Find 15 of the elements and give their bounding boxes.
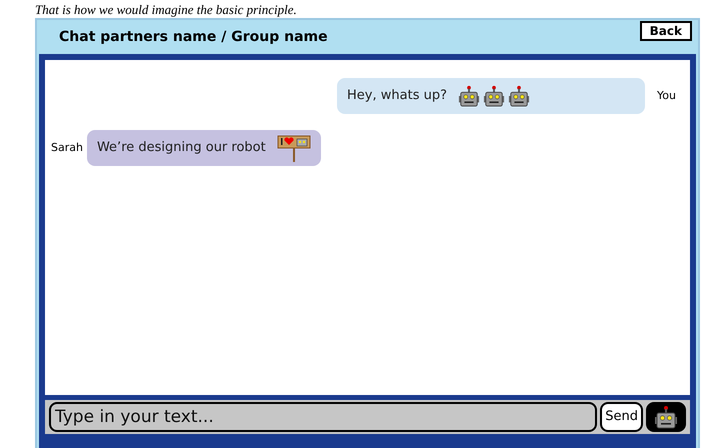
- caption: That is how we would imagine the basic principle.: [35, 2, 297, 18]
- back-button[interactable]: Back: [640, 21, 692, 41]
- robot-icon: [458, 85, 480, 107]
- robot-icon: [508, 85, 530, 107]
- sender-name: Sarah: [51, 140, 83, 156]
- sign-icon: [276, 134, 311, 162]
- sender-name: You: [657, 88, 676, 104]
- message-text: Hey, whats up?: [347, 87, 447, 106]
- message-text: We’re designing our robot: [96, 139, 266, 158]
- send-button[interactable]: Send: [600, 402, 643, 432]
- robot-icon: [654, 405, 678, 429]
- robot-icon: [483, 85, 505, 107]
- chat-title: Chat partners name / Group name: [59, 28, 328, 46]
- robot-button[interactable]: [646, 402, 686, 432]
- message-input[interactable]: Type in your text...: [49, 402, 598, 432]
